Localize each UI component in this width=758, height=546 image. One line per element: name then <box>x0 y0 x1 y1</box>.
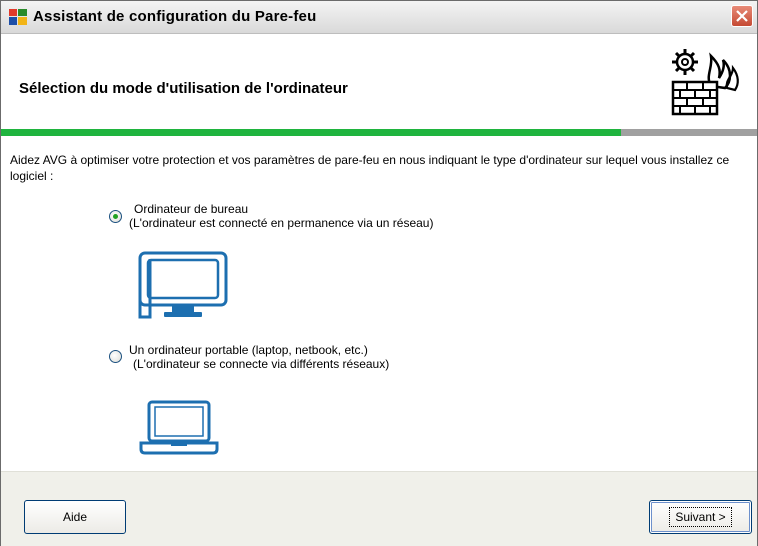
next-button[interactable]: Suivant > <box>649 500 752 534</box>
laptop-option-description: (L'ordinateur se connecte via différents… <box>133 357 390 371</box>
window-title: Assistant de configuration du Pare-feu <box>33 8 317 25</box>
next-button-label: Suivant > <box>669 507 732 527</box>
title-bar: Assistant de configuration du Pare-feu <box>1 1 757 34</box>
avg-app-icon <box>9 9 27 25</box>
help-button[interactable]: Aide <box>24 500 126 534</box>
firewall-wizard-window: Assistant de configuration du Pare-feu S… <box>0 0 758 546</box>
desktop-radio[interactable] <box>109 210 122 223</box>
page-title: Sélection du mode d'utilisation de l'ord… <box>19 80 348 97</box>
desktop-option-label[interactable]: Ordinateur de bureau <box>134 202 248 216</box>
wizard-progress-bar <box>1 129 757 136</box>
close-icon <box>736 10 748 22</box>
wizard-footer: Aide Suivant > <box>1 471 757 546</box>
wizard-progress-fill <box>1 129 621 136</box>
desktop-option-description: (L'ordinateur est connecté en permanence… <box>129 216 434 230</box>
laptop-radio[interactable] <box>109 350 122 363</box>
close-button[interactable] <box>731 5 753 27</box>
desktop-monitor-icon <box>138 251 228 319</box>
laptop-option-label[interactable]: Un ordinateur portable (laptop, netbook,… <box>129 343 368 357</box>
wizard-header: Sélection du mode d'utilisation de l'ord… <box>1 34 757 128</box>
intro-text: Aidez AVG à optimiser votre protection e… <box>10 153 730 183</box>
laptop-icon <box>139 400 219 455</box>
firewall-gear-icon <box>671 49 739 116</box>
help-button-label: Aide <box>62 510 88 524</box>
